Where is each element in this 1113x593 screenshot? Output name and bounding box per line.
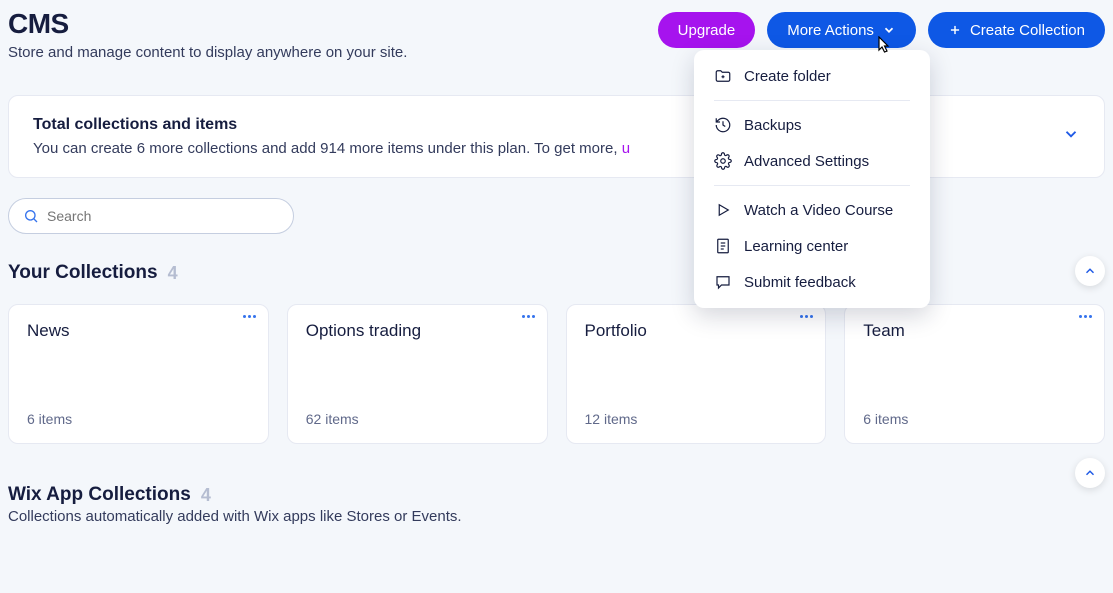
chevron-down-icon [1062,125,1080,143]
card-items-count: 62 items [306,411,529,427]
chevron-up-icon [1083,264,1097,278]
card-title: Portfolio [585,321,808,341]
more-actions-button[interactable]: More Actions [767,12,916,48]
dropdown-item-advanced-settings[interactable]: Advanced Settings [694,143,930,179]
collection-card[interactable]: Portfolio 12 items [566,304,827,444]
card-more-button[interactable] [243,315,256,318]
folder-plus-icon [714,67,732,85]
dropdown-item-backups[interactable]: Backups [694,107,930,143]
chevron-down-icon [882,23,896,37]
page-title: CMS [8,8,407,40]
card-title: Team [863,321,1086,341]
banner-body: You can create 6 more collections and ad… [33,140,630,157]
dropdown-divider [714,185,910,186]
dropdown-item-submit-feedback[interactable]: Submit feedback [694,264,930,300]
chat-icon [714,273,732,291]
chevron-up-icon [1083,466,1097,480]
upgrade-button[interactable]: Upgrade [658,12,756,48]
history-icon [714,116,732,134]
usage-banner: Total collections and items You can crea… [8,95,1105,178]
collection-card[interactable]: Options trading 62 items [287,304,548,444]
play-icon [714,201,732,219]
wix-collections-title: Wix App Collections [8,484,191,506]
dropdown-label: Create folder [744,68,831,85]
document-icon [714,237,732,255]
card-more-button[interactable] [522,315,535,318]
card-title: News [27,321,250,341]
upgrade-link[interactable]: u [622,140,630,157]
card-title: Options trading [306,321,529,341]
collection-card[interactable]: News 6 items [8,304,269,444]
dropdown-item-video-course[interactable]: Watch a Video Course [694,192,930,228]
your-collections-title: Your Collections [8,262,158,284]
your-collections-collapse-toggle[interactable] [1075,256,1105,286]
more-actions-dropdown: Create folder Backups Advanced Settings … [694,50,930,308]
more-actions-label: More Actions [787,22,874,39]
create-collection-label: Create Collection [970,22,1085,39]
dropdown-divider [714,100,910,101]
dropdown-item-learning-center[interactable]: Learning center [694,228,930,264]
collection-card[interactable]: Team 6 items [844,304,1105,444]
dropdown-label: Submit feedback [744,274,856,291]
dropdown-label: Learning center [744,238,848,255]
banner-title: Total collections and items [33,116,630,134]
banner-collapse-toggle[interactable] [1062,125,1080,148]
page-subtitle: Store and manage content to display anyw… [8,44,407,61]
card-items-count: 6 items [27,411,250,427]
dropdown-label: Watch a Video Course [744,202,893,219]
wix-collections-collapse-toggle[interactable] [1075,458,1105,488]
search-input-wrap[interactable] [8,198,294,234]
upgrade-label: Upgrade [678,22,736,39]
dropdown-label: Backups [744,117,802,134]
create-collection-button[interactable]: Create Collection [928,12,1105,48]
your-collections-count: 4 [168,263,178,284]
plus-icon [948,23,962,37]
search-icon [23,208,39,224]
card-items-count: 6 items [863,411,1086,427]
card-more-button[interactable] [1079,315,1092,318]
wix-collections-count: 4 [201,485,211,506]
card-more-button[interactable] [800,315,813,318]
gear-icon [714,152,732,170]
search-input[interactable] [47,208,279,224]
wix-collections-subtitle: Collections automatically added with Wix… [8,508,1105,525]
dropdown-item-create-folder[interactable]: Create folder [694,58,930,94]
dropdown-label: Advanced Settings [744,153,869,170]
card-items-count: 12 items [585,411,808,427]
